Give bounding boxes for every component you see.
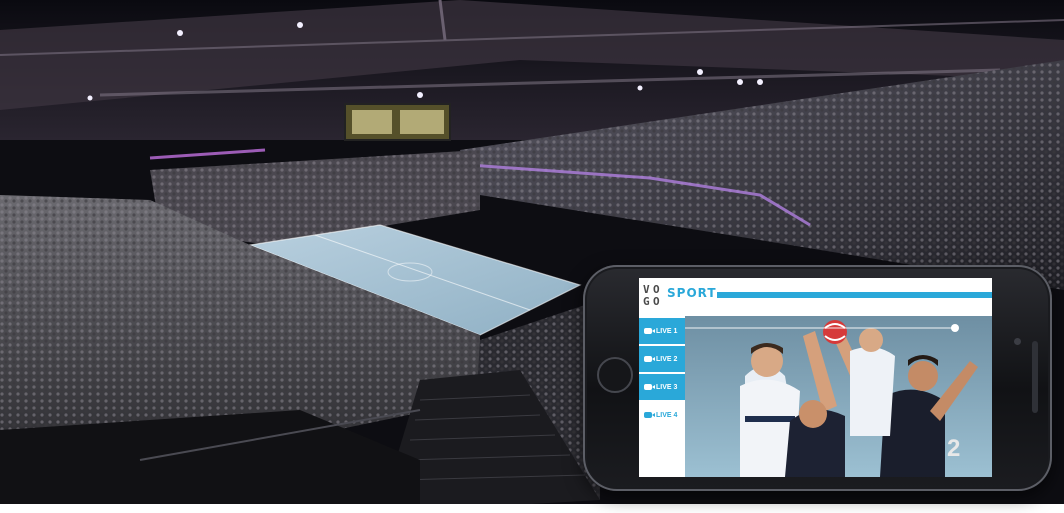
logo-letter: V [643, 283, 650, 296]
playback-scrubber[interactable] [951, 324, 959, 332]
logo-letter: G [643, 295, 650, 308]
video-camera-icon [644, 412, 655, 418]
app-header: V O G O SPORT [639, 278, 992, 316]
video-camera-icon [644, 328, 655, 334]
handball-action-frame: 2 [685, 316, 992, 477]
live-tab-4[interactable]: LIVE 4 [639, 402, 685, 428]
brand-sport-label: SPORT [667, 286, 717, 300]
live-tab-2[interactable]: LIVE 2 [639, 346, 685, 372]
video-player[interactable]: 2 [685, 316, 992, 477]
smartphone: V O G O SPORT LIVE 1 LIVE 2 LIVE 3 LIVE … [583, 265, 1052, 491]
video-camera-icon [644, 356, 655, 362]
live-sidebar: LIVE 1 LIVE 2 LIVE 3 LIVE 4 [639, 316, 685, 477]
logo-letter: O [653, 295, 660, 308]
front-camera [1014, 338, 1021, 345]
jersey-number: 2 [947, 435, 960, 462]
logo-letter: O [653, 283, 660, 296]
playback-track[interactable] [685, 327, 955, 329]
live-tab-label: LIVE 1 [656, 327, 678, 335]
live-tab-label: LIVE 2 [656, 355, 678, 363]
home-button[interactable] [597, 357, 633, 393]
live-tab-3[interactable]: LIVE 3 [639, 374, 685, 400]
arena-scene: V O G O SPORT LIVE 1 LIVE 2 LIVE 3 LIVE … [0, 0, 1064, 513]
live-tab-label: LIVE 4 [656, 411, 678, 419]
phone-screen: V O G O SPORT LIVE 1 LIVE 2 LIVE 3 LIVE … [639, 278, 992, 477]
earpiece-speaker [1032, 341, 1038, 413]
live-tab-label: LIVE 3 [656, 383, 678, 391]
header-accent-bar [717, 292, 992, 298]
video-camera-icon [644, 384, 655, 390]
live-tab-1[interactable]: LIVE 1 [639, 318, 685, 344]
